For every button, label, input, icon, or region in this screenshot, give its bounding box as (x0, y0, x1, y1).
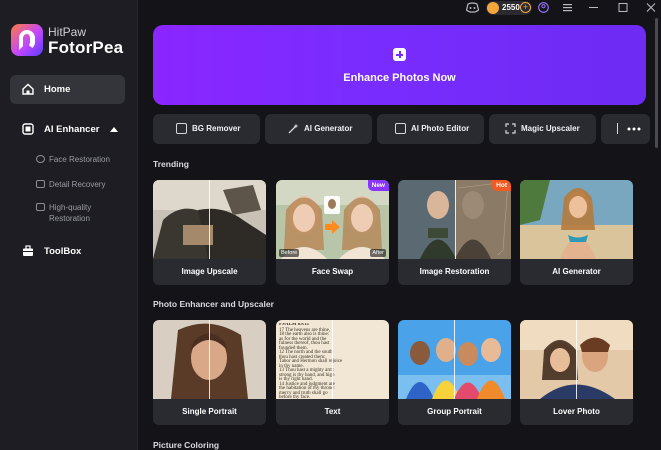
text-sample-heading: PSALM 89:11 (279, 323, 310, 327)
text-sample: PSALM 89:11 17 The heavens are thine, 18 t… (279, 323, 387, 399)
ai-enhancer-icon (22, 123, 34, 135)
card-image-restoration[interactable]: Hot Image Restoration (398, 180, 511, 285)
sidebar-sub-label: High-quality (49, 203, 92, 212)
sidebar-sub-high-quality-restoration[interactable]: High-quality Restoration (0, 201, 138, 225)
enhance-photos-button[interactable]: Enhance Photos Now (153, 25, 646, 105)
tool-icon-partial (617, 123, 618, 134)
tool-label: Magic Upscaler (521, 124, 580, 133)
add-credits-icon[interactable]: + (520, 2, 531, 13)
bg-remover-button[interactable]: BG Remover (153, 114, 260, 144)
card-lover-photo[interactable]: Lover Photo (520, 320, 633, 425)
coin-icon (487, 2, 499, 14)
card-image-upscale[interactable]: Image Upscale (153, 180, 266, 285)
card-label: Face Swap (276, 259, 389, 285)
image-icon (36, 180, 45, 188)
sidebar-item-ai-enhancer[interactable]: AI Enhancer (10, 118, 125, 140)
section-title-enhancer: Photo Enhancer and Upscaler (153, 299, 274, 309)
sidebar-item-label: ToolBox (44, 246, 82, 257)
sidebar-item-toolbox[interactable]: ToolBox (10, 240, 125, 262)
sidebar-item-home[interactable]: Home (10, 75, 125, 104)
sidebar: HitPaw FotorPea Home AI Enhancer Face Re… (0, 0, 138, 450)
chevron-up-icon[interactable] (110, 126, 118, 132)
card-label: Image Restoration (398, 259, 511, 285)
sidebar-item-label: AI Enhancer (44, 124, 100, 135)
upscale-icon (505, 123, 516, 134)
more-tools-button[interactable] (601, 114, 650, 144)
magic-wand-icon (288, 123, 299, 134)
new-badge: New (367, 180, 389, 191)
section-title-trending: Trending (153, 159, 189, 169)
discord-icon[interactable] (466, 2, 479, 13)
ai-generator-button[interactable]: AI Generator (265, 114, 372, 144)
card-face-swap[interactable]: Before After New Face Swap (276, 180, 389, 285)
card-thumbnail (276, 180, 389, 259)
close-icon[interactable] (646, 2, 656, 13)
tool-label: AI Generator (304, 124, 353, 133)
card-thumbnail (520, 180, 633, 259)
sidebar-sub-label: Detail Recovery (49, 180, 106, 189)
sidebar-item-label: Home (44, 84, 71, 95)
photo-editor-icon (395, 123, 406, 134)
brand-name-small: HitPaw (48, 25, 87, 39)
brand-name: FotorPea (48, 38, 124, 57)
enhance-photos-label: Enhance Photos Now (343, 72, 456, 84)
tools-row: BG Remover AI Generator AI Photo Editor … (153, 114, 653, 144)
minimize-icon[interactable] (589, 2, 599, 13)
card-label: Lover Photo (520, 399, 633, 425)
menu-icon[interactable] (562, 2, 573, 13)
magic-upscaler-button[interactable]: Magic Upscaler (489, 114, 596, 144)
app-logo-icon (11, 24, 43, 56)
card-single-portrait[interactable]: Single Portrait (153, 320, 266, 425)
section-title-coloring: Picture Coloring (153, 440, 220, 450)
home-icon (22, 83, 34, 95)
card-label: Single Portrait (153, 399, 266, 425)
scrollbar[interactable] (655, 18, 658, 148)
sidebar-sub-label: Face Restoration (49, 155, 110, 164)
bg-remover-icon (176, 123, 187, 134)
card-label: Text (276, 399, 389, 425)
tool-label: AI Photo Editor (411, 124, 470, 133)
title-bar: 2550 + (138, 0, 661, 16)
credits-count: 2550 (502, 3, 520, 12)
sidebar-sub-label: Restoration (49, 214, 90, 223)
before-tag: Before (279, 249, 300, 257)
card-text[interactable]: PSALM 89:11 17 The heavens are thine, 18 t… (276, 320, 389, 425)
sidebar-sub-detail-recovery[interactable]: Detail Recovery (0, 178, 138, 192)
after-tag: After (370, 249, 386, 257)
user-icon[interactable] (538, 2, 549, 13)
maximize-icon[interactable] (618, 2, 628, 13)
card-label: Group Portrait (398, 399, 511, 425)
hot-badge: Hot (492, 180, 511, 191)
card-label: AI Generator (520, 259, 633, 285)
card-label: Image Upscale (153, 259, 266, 285)
toolbox-icon (23, 245, 33, 256)
plus-icon (393, 48, 406, 61)
restore-icon (36, 203, 45, 211)
card-ai-generator[interactable]: AI Generator (520, 180, 633, 285)
tool-label: BG Remover (192, 124, 241, 133)
face-icon (36, 155, 45, 163)
card-group-portrait[interactable]: Group Portrait (398, 320, 511, 425)
more-icon (627, 127, 641, 131)
sidebar-sub-face-restoration[interactable]: Face Restoration (0, 153, 138, 167)
ai-photo-editor-button[interactable]: AI Photo Editor (377, 114, 484, 144)
